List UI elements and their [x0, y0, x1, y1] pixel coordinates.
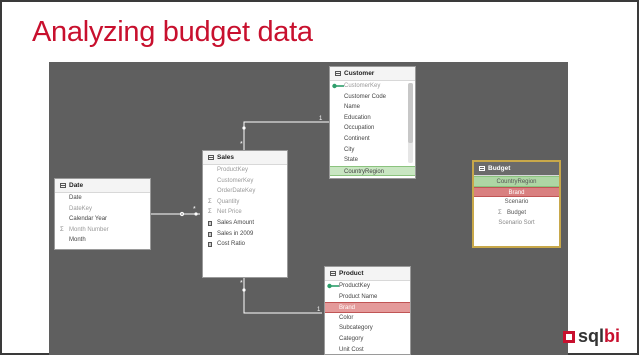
sum-icon: Σ — [60, 226, 64, 233]
customer-field-education[interactable]: Education — [330, 113, 415, 124]
sum-icon: Σ — [498, 209, 502, 216]
sales-field-net-price[interactable]: Σ Net Price — [203, 207, 287, 218]
date-field-date[interactable]: Date — [55, 193, 150, 204]
product-field-brand[interactable]: Brand — [325, 302, 410, 313]
sales-field-sales-amount[interactable]: Sales Amount — [203, 218, 287, 229]
budget-field-scenario-sort[interactable]: Scenario Sort — [474, 218, 559, 229]
budget-field-budget[interactable]: Σ Budget — [474, 208, 559, 219]
product-field-productkey[interactable]: ProductKey — [325, 281, 410, 292]
product-table[interactable]: Product ProductKey Product Name Brand Co… — [324, 266, 411, 355]
rel-sales-customer-end — [242, 126, 246, 130]
rel-one-product: 1 — [317, 307, 321, 313]
budget-table-header[interactable]: Budget — [474, 162, 559, 176]
table-icon — [479, 166, 485, 171]
key-icon — [332, 83, 344, 89]
rel-one-customer: 1 — [319, 116, 323, 122]
sales-field-quantity[interactable]: Σ Quantity — [203, 197, 287, 208]
sales-field-customerkey[interactable]: CustomerKey — [203, 176, 287, 187]
table-icon — [335, 71, 341, 76]
customer-field-state[interactable]: State — [330, 155, 415, 166]
date-field-calendar-year[interactable]: Calendar Year — [55, 214, 150, 225]
product-field-product-name[interactable]: Product Name — [325, 292, 410, 303]
sales-table[interactable]: Sales ProductKey CustomerKey OrderDateKe… — [202, 150, 288, 278]
product-field-color[interactable]: Color — [325, 313, 410, 324]
customer-table[interactable]: Customer CustomerKey Customer Code Name … — [329, 66, 416, 179]
product-field-category[interactable]: Category — [325, 334, 410, 345]
product-field-unit-cost[interactable]: Unit Cost — [325, 345, 410, 355]
date-field-datekey[interactable]: DateKey — [55, 204, 150, 215]
rel-many-sales-top: * — [240, 141, 243, 148]
customer-field-customerkey[interactable]: CustomerKey — [330, 81, 415, 92]
sales-field-productkey[interactable]: ProductKey — [203, 165, 287, 176]
rel-sales-product-end — [242, 288, 246, 292]
budget-field-scenario[interactable]: Scenario — [474, 197, 559, 208]
customer-field-city[interactable]: City — [330, 145, 415, 156]
customer-field-occupation[interactable]: Occupation — [330, 123, 415, 134]
calculator-icon — [208, 220, 212, 226]
sum-icon: Σ — [208, 198, 212, 205]
date-table[interactable]: Date Date DateKey Calendar Year Σ Month N… — [54, 178, 151, 250]
budget-table-title: Budget — [488, 165, 511, 172]
customer-field-continent[interactable]: Continent — [330, 134, 415, 145]
rel-sales-product — [243, 278, 322, 314]
customer-scroll-thumb[interactable] — [408, 83, 413, 143]
date-field-month-number[interactable]: Σ Month Number — [55, 225, 150, 236]
product-table-title: Product — [339, 270, 364, 277]
date-field-month[interactable]: Month — [55, 235, 150, 246]
sales-field-cost-ratio[interactable]: Cost Ratio — [203, 239, 287, 250]
sales-field-orderdatekey[interactable]: OrderDateKey — [203, 186, 287, 197]
rel-many-sales-left: * — [193, 206, 196, 213]
budget-field-countryregion[interactable]: CountryRegion — [474, 176, 559, 187]
customer-field-name[interactable]: Name — [330, 102, 415, 113]
rel-sales-customer — [243, 121, 331, 150]
table-icon — [330, 271, 336, 276]
key-icon — [327, 283, 339, 289]
product-table-header[interactable]: Product — [325, 267, 410, 281]
sales-table-header[interactable]: Sales — [203, 151, 287, 165]
sum-icon: Σ — [208, 209, 212, 216]
customer-scrollbar[interactable] — [408, 83, 413, 163]
sales-table-title: Sales — [217, 154, 234, 161]
customer-table-title: Customer — [344, 70, 375, 77]
calculator-icon — [208, 242, 212, 248]
date-table-title: Date — [69, 182, 84, 189]
customer-field-countryregion[interactable]: CountryRegion — [330, 165, 415, 177]
budget-table[interactable]: Budget CountryRegion Brand Scenario Σ Bud… — [472, 160, 561, 248]
customer-table-header[interactable]: Customer — [330, 67, 415, 81]
rel-many-sales-bottom: * — [240, 280, 243, 287]
sales-field-sales-in-2009[interactable]: Sales in 2009 — [203, 229, 287, 240]
table-icon — [60, 183, 66, 188]
date-table-header[interactable]: Date — [55, 179, 150, 193]
table-icon — [208, 155, 214, 160]
customer-field-customer-code[interactable]: Customer Code — [330, 92, 415, 103]
calculator-icon — [208, 231, 212, 237]
product-field-subcategory[interactable]: Subcategory — [325, 323, 410, 334]
sqlbi-logo-mark-icon — [563, 330, 575, 343]
budget-field-brand[interactable]: Brand — [474, 186, 559, 198]
sqlbi-logo: sq l bi — [563, 326, 620, 347]
